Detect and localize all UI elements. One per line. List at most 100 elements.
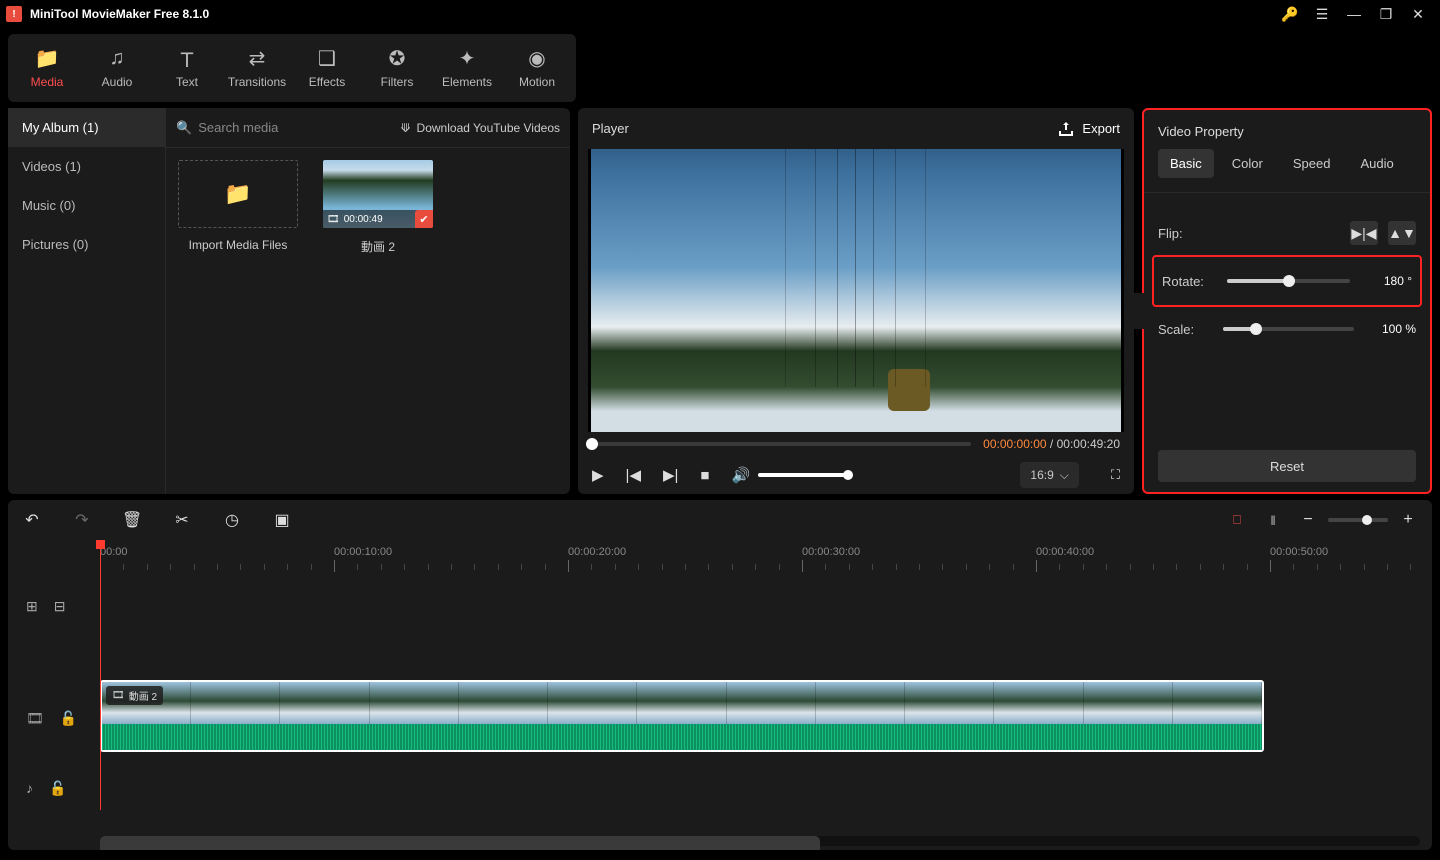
player-label: Player [592, 121, 629, 136]
export-icon [1058, 121, 1074, 137]
delete-button[interactable]: 🗑 [122, 510, 142, 530]
tab-motion[interactable]: ◉ Motion [502, 38, 572, 98]
maximize-button[interactable]: ❐ [1370, 0, 1402, 28]
undo-button[interactable]: ↶ [22, 510, 42, 530]
media-sidebar: My Album (1)Videos (1)Music (0)Pictures … [8, 108, 166, 494]
minimize-button[interactable]: — [1338, 0, 1370, 28]
reset-button[interactable]: Reset [1158, 450, 1416, 482]
tab-effects[interactable]: ❑Effects [292, 38, 362, 98]
tab-audio[interactable]: ♫Audio [82, 38, 152, 98]
rotate-label: Rotate: [1162, 274, 1217, 289]
redo-button[interactable]: ↷ [72, 510, 92, 530]
prop-tab-audio[interactable]: Audio [1348, 149, 1405, 178]
flip-label: Flip: [1158, 226, 1213, 241]
menu-icon[interactable]: ☰ [1306, 0, 1338, 28]
import-media-button[interactable]: 📁 [178, 160, 298, 228]
next-frame-button[interactable]: ▶| [663, 466, 678, 484]
scale-value[interactable]: 100 % [1370, 322, 1416, 336]
playhead[interactable] [100, 540, 101, 810]
flip-vertical-button[interactable]: ▲▼ [1388, 221, 1416, 245]
tab-elements[interactable]: ✦Elements [432, 38, 502, 98]
export-label: Export [1082, 121, 1120, 136]
reset-label: Reset [1270, 459, 1304, 474]
ribbon-tabs: 📁Media♫AudioＴText⇄Transitions❑Effects✪Fi… [8, 34, 576, 102]
audio-track-icon: ♪ [26, 780, 33, 797]
tab-label: Motion [519, 75, 555, 89]
ruler-label: 00:00:30:00 [802, 546, 860, 558]
clip-duration: 00:00:49 [344, 214, 383, 225]
panel-collapse-handle[interactable] [1132, 293, 1144, 329]
search-icon: 🔍 [176, 120, 192, 136]
ruler-label: 00:00:50:00 [1270, 546, 1328, 558]
premium-icon[interactable]: 🔑 [1274, 0, 1306, 28]
prop-tab-basic[interactable]: Basic [1158, 149, 1214, 178]
prop-tab-speed[interactable]: Speed [1281, 149, 1343, 178]
media-thumbnail[interactable]: 🎞 00:00:49 ✔ [323, 160, 433, 228]
aspect-value: 16:9 [1030, 468, 1053, 482]
titlebar: ! MiniTool MovieMaker Free 8.1.0 🔑 ☰ — ❐… [0, 0, 1440, 28]
timeline-ruler[interactable]: 00:0000:00:10:0000:00:20:0000:00:30:0000… [100, 540, 1432, 576]
media-toolbar: 🔍 Search media ⟱ Download YouTube Videos [166, 108, 570, 148]
timeline-scrollbar[interactable] [100, 836, 1420, 846]
app-title: MiniTool MovieMaker Free 8.1.0 [30, 7, 209, 21]
search-media[interactable]: 🔍 Search media [176, 120, 278, 136]
scale-slider[interactable] [1223, 327, 1354, 331]
zoom-in-button[interactable]: + [1398, 511, 1418, 529]
add-track-icon[interactable]: ⊞ [26, 598, 38, 615]
sidebar-item[interactable]: My Album (1) [8, 108, 165, 147]
timeline-mode-1[interactable]: ⎕ [1226, 510, 1248, 530]
lock-icon[interactable]: 🔓 [60, 710, 77, 727]
panel-title: Video Property [1144, 110, 1430, 149]
aspect-ratio-select[interactable]: 16:9 ⌵ [1020, 462, 1078, 488]
timeline[interactable]: 00:0000:00:10:0000:00:20:0000:00:30:0000… [8, 540, 1432, 850]
volume-slider[interactable] [758, 473, 848, 477]
motion-icon: ◉ [528, 47, 545, 69]
playback-scrubber[interactable] [592, 442, 971, 446]
video-track-icon: 🎞 [26, 710, 44, 727]
prev-frame-button[interactable]: |◀ [626, 466, 641, 484]
tab-filters[interactable]: ✪Filters [362, 38, 432, 98]
clip-waveform [102, 724, 1262, 750]
import-label: Import Media Files [189, 238, 288, 252]
scale-label: Scale: [1158, 322, 1213, 337]
zoom-out-button[interactable]: − [1298, 511, 1318, 529]
split-button[interactable]: ✂ [172, 510, 192, 530]
crop-button[interactable]: ▣ [272, 510, 292, 530]
preview-viewport[interactable] [588, 149, 1124, 431]
rotate-value[interactable]: 180 ° [1366, 274, 1412, 288]
music-icon: ♫ [110, 47, 125, 69]
swap-icon: ⇄ [249, 47, 266, 69]
fullscreen-button[interactable]: ⛶ [1111, 467, 1120, 483]
timeline-clip[interactable]: 🎞動画 2 [100, 680, 1264, 752]
rotate-slider[interactable] [1227, 279, 1350, 283]
ruler-label: 00:00:10:00 [334, 546, 392, 558]
tab-transitions[interactable]: ⇄Transitions [222, 38, 292, 98]
prop-tab-color[interactable]: Color [1220, 149, 1275, 178]
flip-horizontal-button[interactable]: ▶|◀ [1350, 221, 1378, 245]
tab-label: Media [31, 75, 64, 89]
download-label: Download YouTube Videos [417, 121, 560, 135]
tab-media[interactable]: 📁Media [12, 38, 82, 98]
download-youtube-button[interactable]: ⟱ Download YouTube Videos [400, 121, 560, 135]
tab-label: Elements [442, 75, 492, 89]
video-track[interactable]: 🎞動画 2 [100, 680, 1424, 758]
film-icon: 🎞 [327, 214, 340, 225]
volume-icon[interactable]: 🔊 [731, 466, 750, 484]
timeline-mode-2[interactable]: ‖ [1262, 510, 1284, 530]
stop-button[interactable]: ■ [700, 467, 709, 484]
speed-button[interactable]: ◷ [222, 510, 242, 530]
export-button[interactable]: Export [1058, 121, 1120, 137]
sidebar-item[interactable]: Videos (1) [8, 147, 165, 186]
folder-icon: 📁 [224, 181, 251, 207]
collapse-track-icon[interactable]: ⊟ [54, 598, 66, 615]
filter-icon: ✪ [389, 47, 406, 69]
play-button[interactable]: ▶ [592, 466, 604, 484]
sidebar-item[interactable]: Music (0) [8, 186, 165, 225]
lock-icon[interactable]: 🔓 [49, 780, 66, 797]
sidebar-item[interactable]: Pictures (0) [8, 225, 165, 264]
tab-text[interactable]: ＴText [152, 38, 222, 98]
close-button[interactable]: ✕ [1402, 0, 1434, 28]
timeline-clip-name: 動画 2 [129, 688, 157, 703]
total-time: 00:00:49:20 [1057, 437, 1120, 451]
zoom-slider[interactable] [1328, 518, 1388, 522]
